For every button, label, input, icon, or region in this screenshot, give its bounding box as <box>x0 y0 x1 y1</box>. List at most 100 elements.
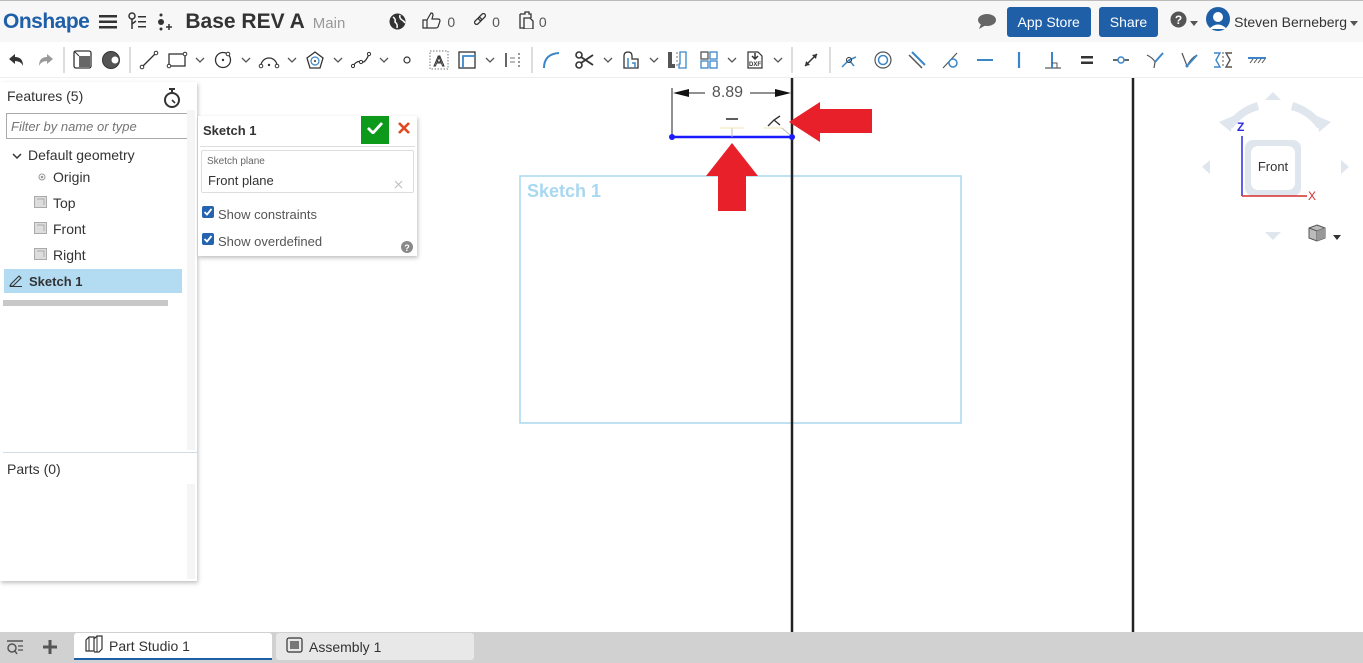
cancel-button[interactable] <box>393 116 415 144</box>
view-arrow-right[interactable] <box>1341 160 1349 174</box>
chevron-down-icon[interactable] <box>481 46 499 74</box>
sketch-fillet-icon[interactable] <box>537 46 565 74</box>
tangent-constraint-icon[interactable] <box>937 46 965 74</box>
chevron-down-icon[interactable] <box>191 46 209 74</box>
midpoint-constraint-icon[interactable] <box>1107 46 1135 74</box>
feature-item-origin[interactable]: Origin <box>37 169 90 185</box>
rotate-right-arrow[interactable] <box>1291 102 1331 132</box>
vertical-constraint-icon[interactable] <box>1005 46 1033 74</box>
tab-manager-icon[interactable] <box>6 640 24 660</box>
chevron-down-icon[interactable] <box>599 46 617 74</box>
version-history-icon[interactable] <box>127 11 147 32</box>
pierce-constraint-icon[interactable] <box>1175 46 1203 74</box>
sketch-plane-outline[interactable] <box>519 175 962 424</box>
vertical-scrollbar[interactable] <box>187 110 195 450</box>
trim-scissors-icon[interactable] <box>571 46 599 74</box>
horizontal-constraint-icon[interactable] <box>971 46 999 74</box>
mirror-tool-icon[interactable] <box>663 46 691 74</box>
rectangle-tool-icon[interactable] <box>163 46 191 74</box>
perpendicular-constraint-icon[interactable] <box>1039 46 1067 74</box>
redo-icon[interactable] <box>31 46 59 74</box>
chevron-down-icon[interactable] <box>283 46 301 74</box>
chevron-down-icon[interactable] <box>375 46 393 74</box>
parts-header[interactable]: Parts (0) <box>7 461 61 477</box>
point-tool-icon[interactable] <box>393 46 421 74</box>
parts-scrollbar[interactable] <box>187 484 195 579</box>
copies-counter[interactable]: 0 <box>518 11 547 32</box>
accept-button[interactable] <box>361 116 389 144</box>
view-arrow-up[interactable] <box>1265 92 1281 100</box>
coincident-constraint-icon[interactable] <box>835 46 863 74</box>
construction-tool-icon[interactable] <box>499 46 527 74</box>
links-counter[interactable]: 0 <box>473 12 500 30</box>
chevron-down-icon[interactable] <box>329 46 347 74</box>
group-label: Default geometry <box>28 147 135 163</box>
use-projection-icon[interactable] <box>617 46 645 74</box>
feature-item-front[interactable]: Front <box>34 221 86 237</box>
sketch-plane-label: Sketch plane <box>207 156 265 167</box>
show-overdefined-option[interactable]: Show overdefined <box>202 232 322 250</box>
undo-icon[interactable] <box>3 46 31 74</box>
help-menu[interactable]: ? <box>1170 11 1199 33</box>
chevron-down-icon[interactable] <box>723 46 741 74</box>
insert-feature-icon[interactable] <box>157 12 173 32</box>
tab-part-studio-1[interactable]: Part Studio 1 <box>74 633 272 660</box>
feature-filter-input[interactable] <box>6 113 188 139</box>
fillet-feature-icon[interactable] <box>97 46 125 74</box>
feature-item-sketch-1-content[interactable]: Sketch 1 <box>9 273 82 290</box>
likes-counter[interactable]: 0 <box>422 11 455 32</box>
normal-constraint-icon[interactable] <box>1141 46 1169 74</box>
polygon-tool-icon[interactable] <box>301 46 329 74</box>
add-tab-icon[interactable] <box>43 640 57 659</box>
dxf-import-icon[interactable]: DXF <box>741 46 769 74</box>
offset-tool-icon[interactable] <box>453 46 481 74</box>
help-icon[interactable]: ? <box>401 240 413 258</box>
coincident-constraint-marker[interactable] <box>767 115 781 127</box>
user-menu[interactable]: Steven Berneberg <box>1206 7 1358 36</box>
parallel-constraint-icon[interactable] <box>903 46 931 74</box>
onshape-logo[interactable]: Onshape <box>3 10 90 34</box>
view-arrow-down[interactable] <box>1265 232 1281 240</box>
display-mode-menu[interactable] <box>1307 223 1341 248</box>
view-arrow-left[interactable] <box>1202 160 1210 174</box>
fix-constraint-icon[interactable] <box>1243 46 1271 74</box>
show-constraints-checkbox[interactable] <box>202 205 214 223</box>
arc-tool-icon[interactable] <box>255 46 283 74</box>
default-geometry-group[interactable]: Default geometry <box>12 147 135 163</box>
sketch-endpoint-left[interactable] <box>669 134 675 140</box>
pattern-tool-icon[interactable] <box>695 46 723 74</box>
share-button[interactable]: Share <box>1098 6 1159 37</box>
comments-icon[interactable] <box>977 13 997 30</box>
dimension-tool-icon[interactable] <box>797 46 825 74</box>
feature-item-right[interactable]: Right <box>34 247 86 263</box>
chevron-down-icon[interactable] <box>769 46 787 74</box>
clear-selection-icon[interactable] <box>394 176 403 194</box>
branch-label[interactable]: Main <box>313 15 346 32</box>
spline-tool-icon[interactable] <box>347 46 375 74</box>
chevron-down-icon[interactable] <box>12 147 22 163</box>
horizontal-scrollbar[interactable] <box>3 300 168 306</box>
line-tool-icon[interactable] <box>135 46 163 74</box>
checkmark-icon <box>367 121 384 139</box>
circle-tool-icon[interactable] <box>209 46 237 74</box>
hamburger-menu-icon[interactable] <box>99 14 118 30</box>
new-sketch-icon[interactable] <box>69 46 97 74</box>
symmetric-constraint-icon[interactable] <box>1209 46 1237 74</box>
tab-assembly-1[interactable]: Assembly 1 <box>276 633 474 660</box>
rollback-timer-icon[interactable] <box>163 88 181 113</box>
help-icon: ? <box>1170 11 1187 33</box>
globe-icon[interactable] <box>389 13 406 30</box>
chevron-down-icon[interactable] <box>645 46 663 74</box>
feature-item-top[interactable]: Top <box>34 195 76 211</box>
panel-divider[interactable] <box>3 452 197 453</box>
show-overdefined-checkbox[interactable] <box>202 232 214 250</box>
equal-constraint-icon[interactable] <box>1073 46 1101 74</box>
dimension-value[interactable]: 8.89 <box>705 84 750 102</box>
chevron-down-icon[interactable] <box>237 46 255 74</box>
text-tool-icon[interactable]: A <box>425 46 453 74</box>
document-title[interactable]: Base REV A <box>185 10 304 34</box>
app-store-button[interactable]: App Store <box>1006 6 1091 37</box>
show-constraints-option[interactable]: Show constraints <box>202 205 317 223</box>
sketch-plane-field[interactable]: Sketch plane Front plane <box>201 150 414 193</box>
concentric-constraint-icon[interactable] <box>869 46 897 74</box>
